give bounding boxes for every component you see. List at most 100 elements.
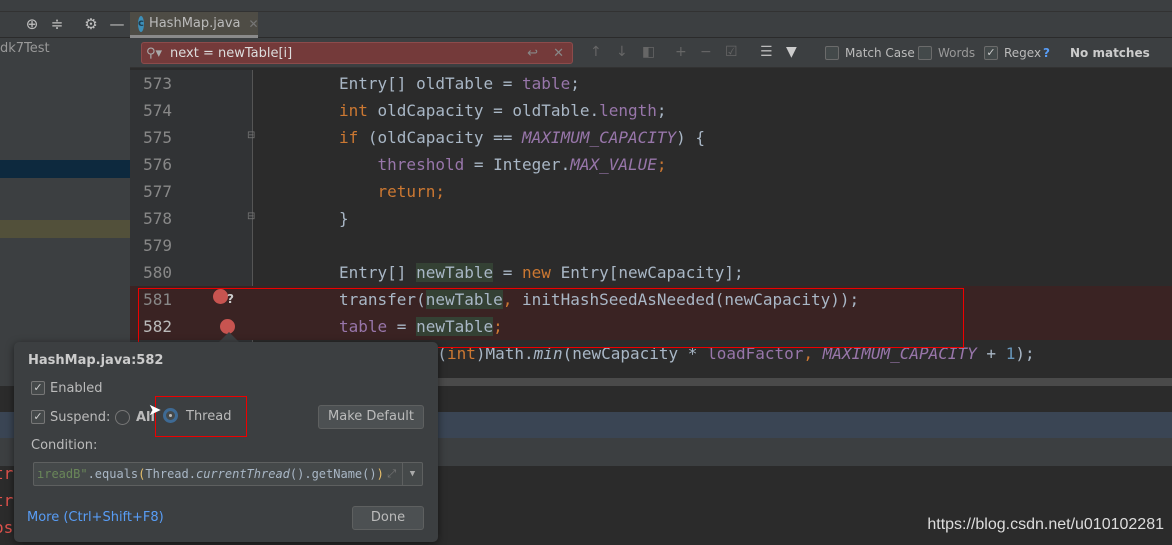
code-line[interactable]: 580 Entry[] newTable = new Entry[newCapac… [130, 259, 1172, 286]
condition-token: ().getName() [289, 467, 377, 481]
console-line: tr [0, 464, 14, 483]
suspend-checkbox[interactable]: ✓ [31, 410, 45, 424]
code-token: threshold [377, 155, 465, 174]
code-token: } [339, 209, 349, 228]
match-case-checkbox[interactable] [825, 46, 839, 60]
condition-input[interactable]: ıreadB".equals(Thread.currentThread().ge… [33, 462, 423, 486]
line-number[interactable]: 573 [130, 70, 172, 97]
code-token: + [976, 344, 1006, 363]
annotation-box [155, 396, 247, 437]
code-token: if [339, 128, 368, 147]
code-token: Entry[] [339, 263, 417, 282]
selected-tree-row[interactable] [0, 160, 130, 178]
tab-hashmap-java[interactable]: c HashMap.java ✕ [130, 12, 259, 38]
locate-icon[interactable]: ⊕ [22, 14, 42, 34]
class-icon: c [138, 15, 144, 32]
search-icon[interactable]: ⚲▾ [146, 46, 162, 61]
line-number[interactable]: 578 [130, 205, 172, 232]
line-number[interactable]: 574 [130, 97, 172, 124]
code-line[interactable]: 574 int oldCapacity = oldTable.length; [130, 97, 1172, 124]
annotation-box [138, 288, 964, 348]
popup-title: HashMap.java:582 [28, 353, 164, 368]
regex-help-link[interactable]: ? [1043, 46, 1050, 60]
remove-selection-icon[interactable]: − [700, 44, 712, 60]
suspend-label[interactable]: Suspend: [50, 410, 110, 425]
chevron-down-icon[interactable]: ▼ [402, 463, 422, 485]
fold-icon[interactable]: ⊟ [247, 130, 255, 141]
tab-label: HashMap.java [148, 16, 241, 31]
regex-checkbox[interactable]: ✓ [984, 46, 998, 60]
match-status: No matches [1070, 46, 1150, 60]
code-token: newTable [416, 263, 494, 282]
close-icon[interactable]: ✕ [249, 17, 259, 31]
code-token: length [599, 101, 657, 120]
condition-token: Thread. [145, 467, 196, 481]
code-line[interactable]: 578} [130, 205, 1172, 232]
clear-icon[interactable]: ✕ [553, 46, 564, 61]
code-text: int oldCapacity = oldTable.length; [339, 97, 667, 124]
code-line[interactable]: 575 if (oldCapacity == MAXIMUM_CAPACITY) … [130, 124, 1172, 151]
highlighted-tree-row[interactable] [0, 220, 130, 238]
search-input[interactable]: ⚲▾ next = newTable[i] ↩ ✕ [141, 42, 573, 64]
code-token: MAXIMUM_CAPACITY [522, 128, 677, 147]
code-text: threshold = Integer.MAX_VALUE; [339, 151, 667, 178]
code-line[interactable]: 577 return; [130, 178, 1172, 205]
code-token: ; [656, 155, 667, 174]
match-case-label[interactable]: Match Case [845, 46, 915, 60]
breakpoint-popup: HashMap.java:582 ✓ Enabled ✓ Suspend: Al… [14, 342, 438, 542]
make-default-button[interactable]: Make Default [318, 405, 424, 429]
watermark: https://blog.csdn.net/u010102281 [927, 516, 1164, 533]
line-number[interactable]: 579 [130, 232, 172, 259]
code-token: ; [570, 74, 580, 93]
words-checkbox[interactable] [918, 46, 932, 60]
find-window-icon[interactable]: ◧ [642, 44, 655, 60]
code-token: oldCapacity = oldTable. [377, 101, 600, 120]
fold-icon[interactable]: ⊟ [247, 211, 255, 222]
select-all-icon[interactable]: ☑ [725, 44, 738, 60]
words-label[interactable]: Words [938, 46, 975, 60]
line-number[interactable]: 577 [130, 178, 172, 205]
line-number[interactable]: 580 [130, 259, 172, 286]
code-text: return; [339, 178, 445, 205]
search-value: next = newTable[i] [170, 45, 293, 61]
collapse-icon[interactable]: ≑ [47, 14, 67, 34]
code-token: new [522, 263, 561, 282]
multiline-icon[interactable]: ☰ [760, 44, 773, 60]
code-token: ; [656, 101, 667, 120]
code-text: if (oldCapacity == MAXIMUM_CAPACITY) { [339, 124, 705, 151]
condition-token: ) [376, 467, 384, 481]
condition-token: .equals [87, 467, 139, 481]
code-line[interactable]: 576 threshold = Integer.MAX_VALUE; [130, 151, 1172, 178]
code-token: int [339, 101, 378, 120]
enabled-label[interactable]: Enabled [50, 381, 103, 396]
next-occurrence-icon[interactable]: ↓ [616, 44, 628, 60]
line-number[interactable]: 576 [130, 151, 172, 178]
code-token: ) { [676, 128, 706, 147]
all-radio[interactable] [115, 410, 130, 425]
console-line: tr [0, 491, 14, 510]
project-name[interactable]: dk7Test [0, 41, 50, 56]
code-text: } [339, 205, 349, 232]
line-number[interactable]: 575 [130, 124, 172, 151]
expand-icon[interactable]: ⤢ [387, 463, 396, 485]
code-token: = Integer. [464, 155, 571, 174]
regex-label[interactable]: Regex [1004, 46, 1041, 60]
add-selection-icon[interactable]: + [675, 44, 687, 60]
previous-occurrence-icon[interactable]: ↑ [590, 44, 602, 60]
enabled-checkbox[interactable]: ✓ [31, 381, 45, 395]
code-token: ); [1015, 344, 1045, 363]
code-line[interactable]: 579 [130, 232, 1172, 259]
newline-icon[interactable]: ↩ [527, 46, 538, 61]
done-button[interactable]: Done [352, 506, 424, 530]
code-token: (oldCapacity == [367, 128, 523, 147]
more-link[interactable]: More (Ctrl+Shift+F8) [27, 510, 164, 525]
minimize-icon[interactable]: — [107, 14, 127, 34]
horizontal-scrollbar[interactable] [430, 378, 1172, 386]
code-token: MAX_VALUE [570, 155, 657, 174]
filter-icon[interactable]: ▼ [786, 44, 797, 60]
code-token: return; [377, 182, 445, 201]
code-token: Entry[] oldTable = [339, 74, 523, 93]
gear-icon[interactable]: ⚙ [81, 14, 101, 34]
code-line[interactable]: 573 Entry[] oldTable = table; [130, 70, 1172, 97]
